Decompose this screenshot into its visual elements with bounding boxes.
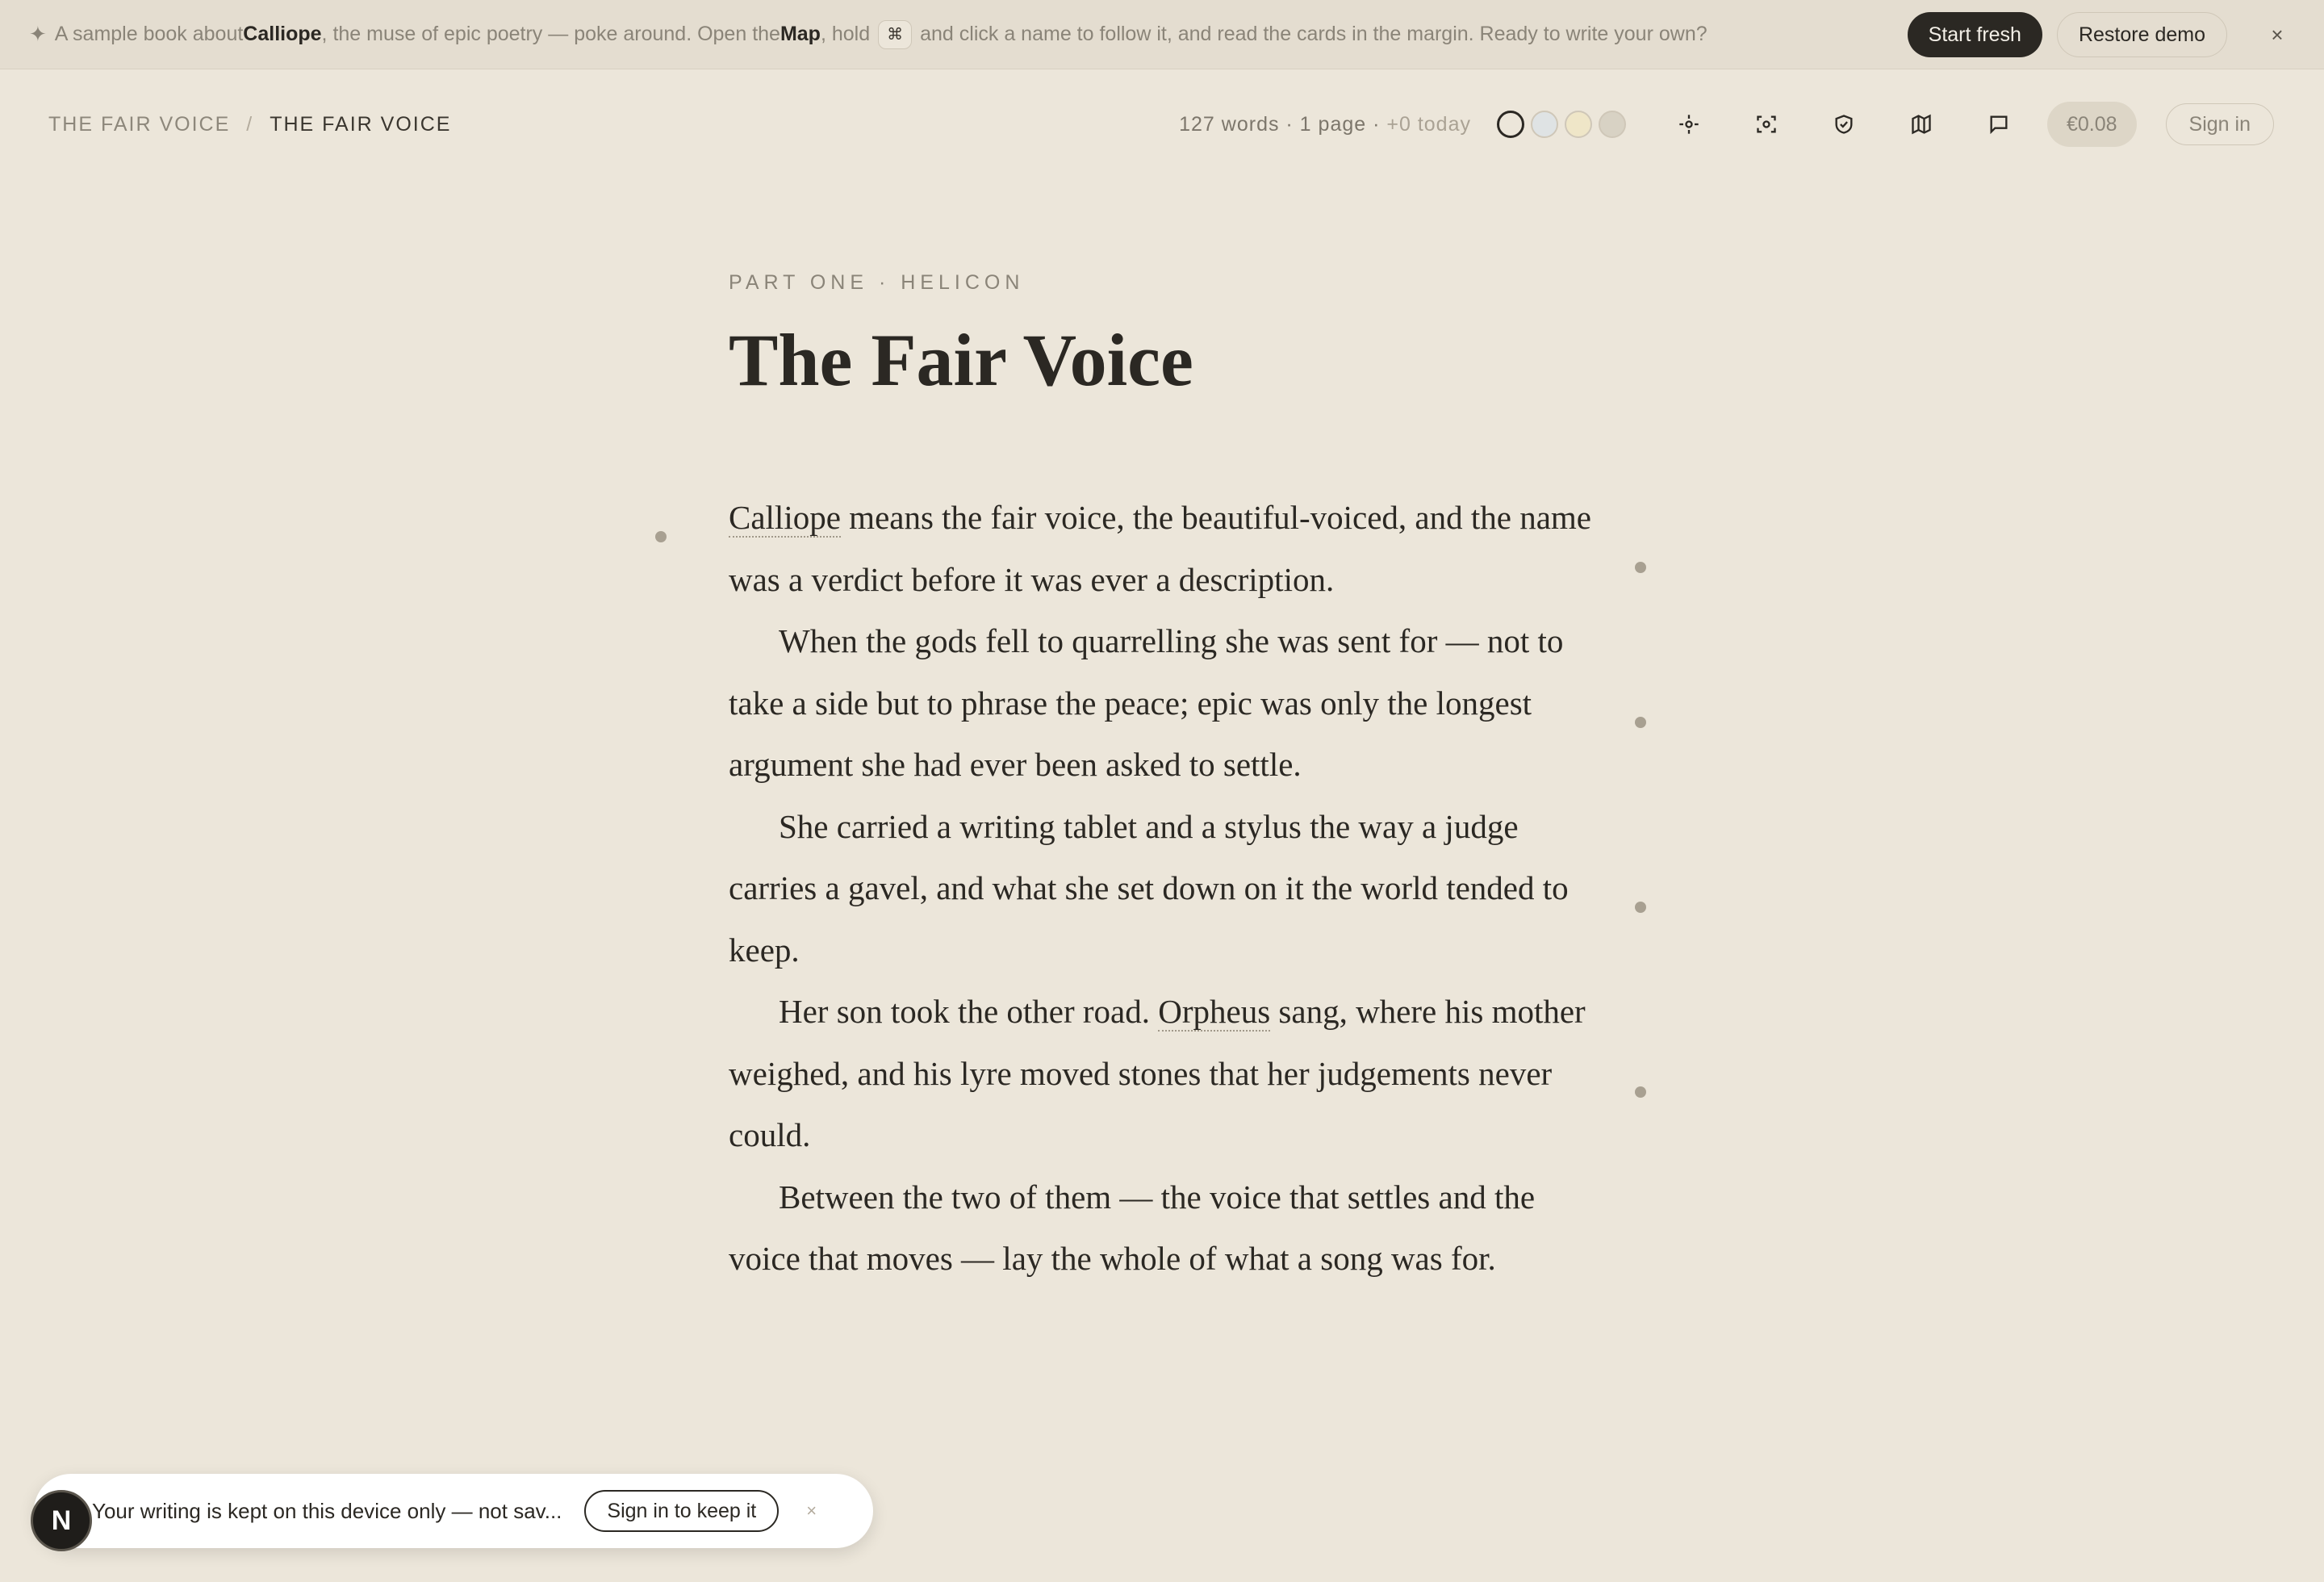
start-fresh-button[interactable]: Start fresh [1907, 12, 2042, 57]
shield-icon [1835, 115, 1853, 134]
command-key-icon: ⌘ [878, 19, 913, 49]
chapter-title[interactable]: The Fair Voice [729, 317, 1600, 403]
stats-text: 127 words · 1 page · [1179, 112, 1387, 136]
focus-icon [1679, 115, 1699, 134]
chapter-body[interactable]: Calliope means the fair voice, the beaut… [729, 487, 1600, 1290]
map-button[interactable] [1883, 100, 1960, 149]
capture-button[interactable] [1728, 100, 1805, 149]
breadcrumb-book[interactable]: The Fair Voice [48, 113, 230, 136]
restore-demo-button[interactable]: Restore demo [2056, 12, 2227, 57]
sign-in-to-keep-button[interactable]: Sign in to keep it [584, 1490, 780, 1532]
banner-text-part: A sample book about [54, 23, 244, 45]
stats-today: +0 today [1386, 112, 1471, 136]
privacy-button[interactable] [1805, 100, 1883, 149]
banner-text-part: , the muse of epic poetry — poke around.… [321, 23, 780, 45]
sign-in-button[interactable]: Sign in [2165, 103, 2274, 145]
local-storage-toast: Your writing is kept on this device only… [34, 1474, 873, 1548]
focus-button[interactable] [1650, 100, 1728, 149]
margin-card-marker[interactable] [1635, 717, 1646, 728]
chapter-editor[interactable]: Part One · Helicon The Fair Voice Callio… [729, 271, 1600, 1290]
toast-message: Your writing is kept on this device only… [92, 1498, 562, 1523]
theme-swatch-paper[interactable] [1496, 111, 1524, 138]
paragraph[interactable]: When the gods fell to quarrelling she wa… [729, 610, 1600, 796]
entity-link-calliope[interactable]: Calliope [729, 499, 841, 538]
map-icon [1912, 114, 1931, 135]
paragraph[interactable]: Between the two of them — the voice that… [729, 1166, 1600, 1290]
close-banner-icon[interactable]: × [2259, 17, 2295, 52]
paragraph[interactable]: Her son took the other road. Orpheus san… [729, 981, 1600, 1166]
breadcrumb-separator: / [246, 112, 254, 136]
capture-icon [1757, 115, 1776, 133]
banner-text-part: and click a name to follow it, and read … [920, 23, 1707, 45]
theme-swatches [1496, 111, 1626, 138]
usage-cost-badge[interactable]: €0.08 [2046, 102, 2137, 147]
paragraph[interactable]: Calliope means the fair voice, the beaut… [729, 487, 1600, 610]
banner-message: ✦ A sample book about Calliope , the mus… [29, 19, 1707, 49]
comment-icon [1990, 115, 2008, 135]
margin-card-marker[interactable] [1635, 1086, 1646, 1098]
close-toast-icon[interactable]: × [806, 1500, 817, 1521]
demo-banner: ✦ A sample book about Calliope , the mus… [0, 0, 2324, 69]
part-label: Part One · Helicon [729, 271, 1025, 294]
banner-bold-calliope: Calliope [243, 23, 322, 45]
paragraph[interactable]: She carried a writing tablet and a stylu… [729, 796, 1600, 981]
avatar[interactable]: N [31, 1490, 92, 1551]
breadcrumb-chapter[interactable]: The Fair Voice [270, 113, 451, 136]
editor-header: The Fair Voice / The Fair Voice 127 word… [0, 69, 2324, 179]
paragraph-handle[interactable] [655, 531, 667, 542]
theme-swatch-mist[interactable] [1530, 111, 1558, 138]
paragraph-text: Her son took the other road. [779, 993, 1159, 1030]
margin-card-marker[interactable] [1635, 902, 1646, 913]
sparkle-icon: ✦ [29, 22, 47, 46]
theme-swatch-stone[interactable] [1598, 111, 1626, 138]
banner-text-part: , hold [820, 23, 871, 45]
theme-swatch-cream[interactable] [1564, 111, 1592, 138]
paragraph-text: means the fair voice, the beautiful-voic… [729, 499, 1592, 598]
banner-bold-map: Map [780, 23, 821, 45]
entity-link-orpheus[interactable]: Orpheus [1158, 993, 1271, 1032]
comments-button[interactable] [1960, 100, 2038, 149]
breadcrumb: The Fair Voice / The Fair Voice [48, 113, 451, 136]
word-count-stats: 127 words · 1 page · +0 today [1179, 113, 1471, 136]
margin-card-marker[interactable] [1635, 562, 1646, 573]
